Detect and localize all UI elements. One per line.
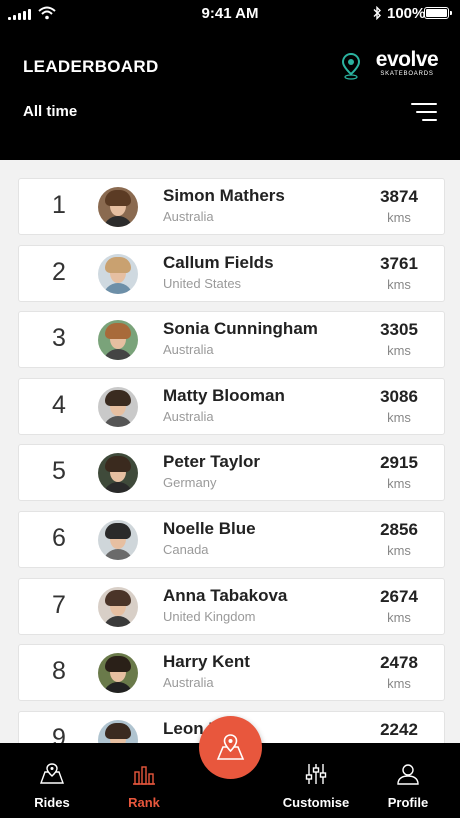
battery-percent: 100% — [387, 5, 426, 22]
avatar — [98, 653, 138, 694]
distance-value: 2915 — [380, 453, 418, 473]
distance: 2856 kms — [374, 520, 424, 558]
distance-value: 2242 — [380, 719, 418, 739]
distance-value: 2674 — [380, 586, 418, 606]
player-name: Noelle Blue — [163, 519, 256, 538]
time-filter-label[interactable]: All time — [23, 103, 77, 120]
tab-rides-label: Rides — [34, 795, 70, 810]
sliders-icon — [305, 764, 327, 784]
tab-profile[interactable]: Profile — [368, 743, 448, 818]
distance: 2478 kms — [374, 653, 424, 691]
player-country: Canada — [163, 542, 209, 557]
distance-unit: kms — [387, 543, 411, 558]
player-country: Australia — [163, 209, 214, 224]
leaderboard-row[interactable]: 5 Peter Taylor Germany 2915 kms — [18, 444, 445, 502]
tab-rank-label: Rank — [128, 795, 160, 810]
page-title: LEADERBOARD — [23, 57, 159, 76]
distance: 2674 kms — [374, 587, 424, 625]
distance-unit: kms — [387, 210, 411, 225]
rank-number: 2 — [52, 257, 66, 286]
player-country: Australia — [163, 675, 214, 691]
player-name: Anna Tabakova — [163, 585, 288, 605]
bar-chart-icon — [133, 766, 155, 785]
brand-logo: evolve SKATEBOARDS — [372, 48, 442, 78]
distance: 2242 — [374, 720, 424, 743]
brand-name: evolve — [375, 48, 439, 71]
tab-rides[interactable]: Rides — [12, 743, 92, 818]
rank-number: 5 — [52, 457, 66, 486]
leaderboard-row[interactable]: 2 Callum Fields United States 3761 kms — [18, 244, 445, 302]
player-name: Callum Fields — [163, 252, 274, 272]
distance-unit: kms — [387, 343, 411, 359]
distance: 3305 kms — [374, 320, 424, 358]
distance: 3874 kms — [374, 187, 424, 225]
leaderboard-row[interactable]: 8 Harry Kent Australia 2478 kms — [18, 644, 445, 702]
rank-number: 4 — [52, 390, 66, 419]
player-name: Peter Taylor — [163, 452, 261, 472]
leaderboard-row[interactable]: 7 Anna Tabakova United Kingdom 2674 kms — [18, 577, 445, 635]
tab-customise-label: Customise — [282, 795, 350, 810]
avatar — [98, 253, 138, 294]
leaderboard-list[interactable]: 1 Simon Mathers Australia 3874 kms 2 Callum Fi… — [0, 160, 460, 743]
status-bar: 9:41 AM 100% — [0, 0, 460, 28]
leaderboard-row[interactable]: 1 Simon Mathers Australia 3874 kms — [18, 178, 445, 235]
rank-number: 8 — [52, 657, 66, 686]
location-pin-icon — [341, 52, 361, 80]
distance-value: 3305 — [380, 320, 418, 340]
filter-icon[interactable] — [411, 103, 437, 122]
distance-value: 2478 — [380, 653, 418, 673]
distance-unit: kms — [387, 676, 411, 692]
bluetooth-icon — [373, 6, 381, 20]
app-header: 9:41 AM 100% LEADERBOARD evolve SKATEBOA… — [0, 0, 460, 160]
start-ride-button[interactable] — [199, 716, 262, 779]
player-name: Sonia Cunningham — [163, 319, 318, 339]
player-country: Australia — [163, 342, 214, 358]
avatar — [98, 320, 138, 361]
tab-customise[interactable]: Customise — [276, 743, 356, 818]
distance-value: 3874 — [380, 187, 418, 206]
distance-value: 3761 — [380, 253, 418, 273]
distance-unit: kms — [387, 476, 411, 492]
player-country: Germany — [163, 475, 217, 491]
avatar — [98, 520, 138, 560]
rank-number: 1 — [52, 191, 66, 219]
rank-number: 7 — [52, 590, 66, 619]
distance-unit: kms — [387, 609, 411, 625]
player-name: Matty Blooman — [163, 385, 285, 405]
distance: 3761 kms — [374, 254, 424, 292]
user-icon — [397, 764, 419, 785]
distance-unit: kms — [387, 276, 411, 292]
distance-unit: kms — [387, 409, 411, 425]
player-country: United Kingdom — [163, 608, 256, 624]
rank-number: 6 — [52, 524, 66, 552]
tab-profile-label: Profile — [387, 795, 429, 810]
avatar — [98, 386, 138, 427]
avatar — [98, 719, 138, 743]
leaderboard-row[interactable]: 3 Sonia Cunningham Australia 3305 kms — [18, 311, 445, 369]
map-icon — [40, 763, 64, 784]
player-name: Harry Kent — [163, 652, 250, 672]
distance: 3086 kms — [374, 387, 424, 425]
battery-icon — [424, 7, 452, 19]
rank-number: 3 — [52, 324, 66, 353]
leaderboard-row[interactable]: 6 Noelle Blue Canada 2856 kms — [18, 511, 445, 568]
map-pin-icon — [216, 734, 245, 760]
avatar — [98, 453, 138, 494]
player-name: Simon Mathers — [163, 186, 285, 205]
tab-rank[interactable]: Rank — [104, 743, 184, 818]
player-country: Australia — [163, 408, 214, 424]
player-country: United States — [163, 275, 242, 291]
avatar — [98, 586, 138, 627]
distance-value: 3086 — [380, 386, 418, 406]
rank-number: 9 — [52, 723, 66, 743]
distance-value: 2856 — [380, 520, 418, 539]
leaderboard-row[interactable]: 4 Matty Blooman Australia 3086 kms — [18, 377, 445, 435]
brand-tagline: SKATEBOARDS — [380, 71, 434, 77]
avatar — [98, 187, 138, 227]
distance: 2915 kms — [374, 453, 424, 491]
